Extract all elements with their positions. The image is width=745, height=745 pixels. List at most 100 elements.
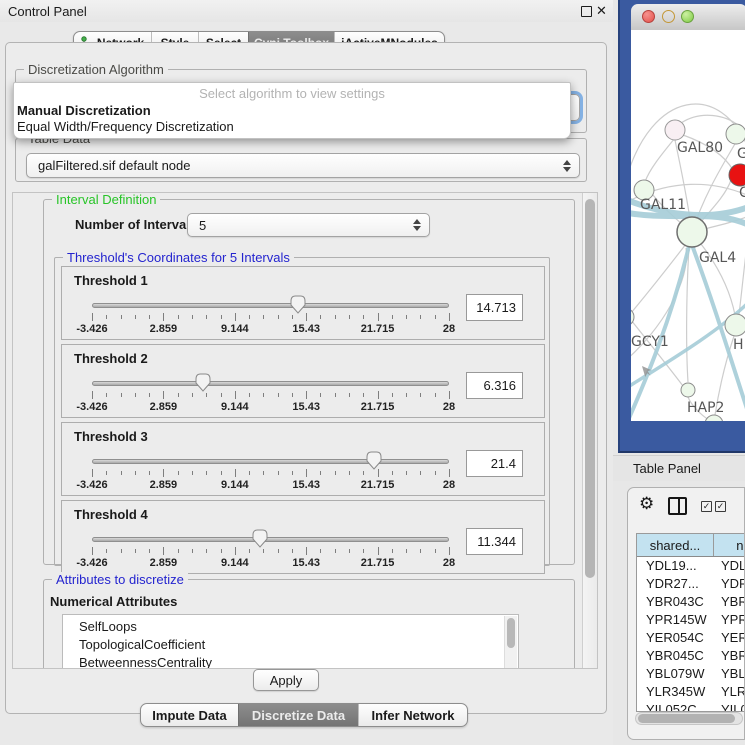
network-canvas[interactable]: GAL80 G C GAL11 GAL4 GCY1 H HAP2 [631,30,745,421]
slider-track[interactable] [92,537,449,542]
apply-button[interactable]: Apply [253,669,319,691]
slider-handle-icon[interactable] [194,373,211,392]
tab-infer-network[interactable]: Infer Network [358,704,467,726]
table-row[interactable]: YLR345WYLR3 [637,683,745,701]
node-label: HAP2 [687,400,724,416]
slider-tick-labels: -3.4262.8599.14415.4321.71528 [92,323,449,337]
threshold-row: Threshold 1 -3.4262.8599.14415.4321.7152… [61,266,545,340]
cell-shared-name[interactable]: YBL079W [637,665,714,683]
list-item[interactable]: SelfLoops [63,615,518,636]
table-row[interactable]: YBR045CYBR0 [637,647,745,665]
cell-name[interactable]: YDL1 [714,557,745,575]
horizontal-scrollbar[interactable] [635,712,743,725]
node-label: GAL80 [677,140,723,156]
cell-shared-name[interactable]: YPR145W [637,611,714,629]
node-h-clipped[interactable] [725,314,745,336]
right-panels: GAL80 G C GAL11 GAL4 GCY1 H HAP2 Table P… [613,0,745,745]
node-hap2[interactable] [681,383,695,397]
slider-track[interactable] [92,381,449,386]
cell-name[interactable]: YDR2 [714,575,745,593]
checkbox-icon[interactable]: ✓ [715,501,726,512]
table-row[interactable]: YPR145WYPR1 [637,611,745,629]
cell-name[interactable]: YER0 [714,629,745,647]
slider-handle-icon[interactable] [251,529,268,548]
close-icon[interactable]: ✕ [596,3,607,19]
cell-name[interactable]: YPR1 [714,611,745,629]
cell-shared-name[interactable]: YDR27... [637,575,714,593]
scrollbar-thumb[interactable] [585,199,595,578]
split-columns-icon[interactable] [668,497,687,515]
zoom-traffic-light-icon[interactable] [681,10,694,23]
slider-ticks [92,469,449,478]
panel-title: Control Panel [8,4,87,19]
table-panel: ⚙ ✓ ✓ shared... na YDL19...YDL1 YDR27...… [627,487,745,740]
list-item[interactable]: TopologicalCoefficient [63,636,518,654]
cell-shared-name[interactable]: YDL19... [637,557,714,575]
close-traffic-light-icon[interactable] [642,10,655,23]
algorithm-option-manual[interactable]: Manual Discretization [17,103,151,118]
column-header-name[interactable]: na [714,534,745,556]
cell-name[interactable]: YBL0 [714,665,745,683]
gear-icon[interactable]: ⚙ [639,494,654,514]
tab-impute-data[interactable]: Impute Data [141,704,238,726]
network-window-titlebar[interactable] [631,4,745,31]
cell-name[interactable]: YBR0 [714,593,745,611]
cell-name[interactable]: YBR0 [714,647,745,665]
threshold-value-field[interactable]: 11.344 [466,528,523,555]
threshold-slider[interactable]: -3.4262.8599.14415.4321.71528 [92,375,449,415]
scrollbar-thumb[interactable] [507,618,515,648]
threshold-slider[interactable]: -3.4262.8599.14415.4321.71528 [92,531,449,571]
node-gal80[interactable] [665,120,685,140]
algorithm-hint: Select algorithm to view settings [14,86,570,101]
slider-handle-icon[interactable] [366,451,383,470]
cell-shared-name[interactable]: YER054C [637,629,714,647]
table-row[interactable]: YBL079WYBL0 [637,665,745,683]
column-header-shared-name[interactable]: shared... [637,534,714,556]
list-item[interactable]: BetweennessCentrality [63,654,518,669]
cell-name[interactable]: YLR3 [714,683,745,701]
num-intervals-label: Number of Intervals [75,217,197,232]
stepper-arrows-icon [413,219,421,231]
slider-tick-labels: -3.4262.8599.14415.4321.71528 [92,401,449,415]
slider-ticks [92,313,449,322]
list-scrollbar[interactable] [504,616,517,669]
threshold-slider[interactable]: -3.4262.8599.14415.4321.71528 [92,297,449,337]
cell-shared-name[interactable]: YIL052C [637,701,714,712]
attributes-list: SelfLoops TopologicalCoefficient Between… [62,614,519,669]
vertical-scrollbar[interactable] [582,193,598,668]
threshold-value-field[interactable]: 21.4 [466,450,523,477]
node-clipped-right[interactable] [726,124,745,144]
slider-handle-icon[interactable] [290,295,307,314]
tab-label: Impute Data [152,708,226,723]
cell-shared-name[interactable]: YLR345W [637,683,714,701]
node-gal4[interactable] [677,217,707,247]
algorithm-option-equal-width[interactable]: Equal Width/Frequency Discretization [17,119,234,134]
cell-shared-name[interactable]: YBR045C [637,647,714,665]
table-data-combobox[interactable]: galFiltered.sif default node [26,153,580,178]
threshold-value-field[interactable]: 14.713 [466,294,523,321]
threshold-slider[interactable]: -3.4262.8599.14415.4321.71528 [92,453,449,493]
node-label: H [733,337,744,353]
table-row[interactable]: YIL052CYIL0 [637,701,745,712]
checkbox-icon[interactable]: ✓ [701,501,712,512]
threshold-label: Threshold 4 [74,507,148,522]
slider-track[interactable] [92,459,449,464]
table-row[interactable]: YDR27...YDR2 [637,575,745,593]
scrollbar-thumb[interactable] [638,714,735,723]
float-window-icon[interactable] [581,6,592,17]
group-title: Interval Definition [52,192,160,207]
table-row[interactable]: YBR043CYBR0 [637,593,745,611]
node-table: shared... na YDL19...YDL1 YDR27...YDR2 Y… [636,533,745,712]
slider-track[interactable] [92,303,449,308]
node-label: GAL11 [640,197,686,213]
tab-discretize-data[interactable]: Discretize Data [238,704,358,726]
num-intervals-combobox[interactable]: 5 [187,213,430,237]
control-panel-titlebar: Control Panel ✕ [0,0,613,22]
table-row[interactable]: YDL19...YDL1 [637,557,745,575]
minimize-traffic-light-icon[interactable] [662,10,675,23]
network-view-window[interactable]: GAL80 G C GAL11 GAL4 GCY1 H HAP2 [618,0,745,453]
cell-shared-name[interactable]: YBR043C [637,593,714,611]
table-row[interactable]: YER054CYER0 [637,629,745,647]
cell-name[interactable]: YIL0 [714,701,745,712]
threshold-value-field[interactable]: 6.316 [466,372,523,399]
